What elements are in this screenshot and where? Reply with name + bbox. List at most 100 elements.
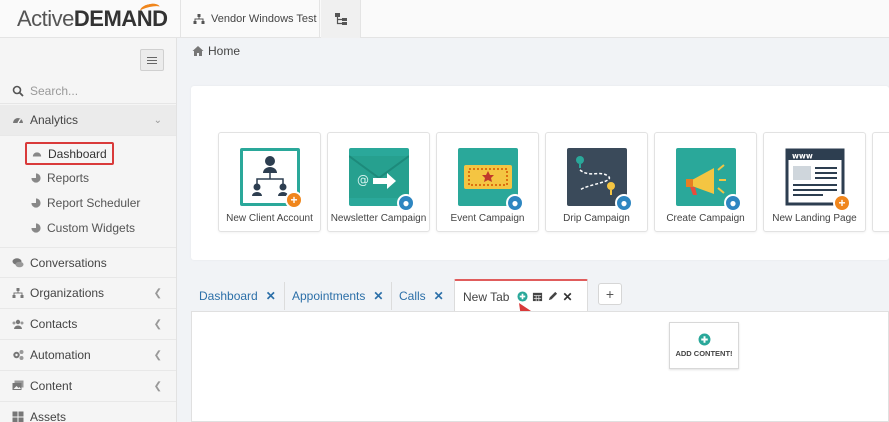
- sidebar-item-organizations[interactable]: Organizations ❮: [0, 278, 176, 309]
- logo-text-active: Active: [17, 6, 74, 31]
- comments-icon: [12, 257, 24, 267]
- chevron-left-icon: ❮: [153, 380, 162, 392]
- tab-appointments[interactable]: Appointments ✕: [284, 282, 393, 310]
- sidebar: Search... Analytics ⌄ Dashboard Reports …: [0, 38, 177, 422]
- workspace-tab-label: Vendor Windows Test: [211, 13, 317, 25]
- sidebar-subitem-label: Custom Widgets: [47, 221, 136, 235]
- menu-toggle-button[interactable]: [140, 49, 164, 71]
- pie-chart-icon: [31, 223, 41, 233]
- tab-calls[interactable]: Calls ✕: [391, 282, 452, 310]
- user-badge-icon: ●: [506, 194, 524, 212]
- sitemap-icon: [193, 14, 205, 24]
- dashboard-gauge-icon: [32, 151, 42, 156]
- breadcrumb[interactable]: Home: [192, 44, 240, 58]
- quick-action-label: Drip Campaign: [563, 213, 630, 224]
- tab-label: Appointments: [292, 289, 366, 303]
- quick-action-new-landing-page[interactable]: www + New Landing Page: [763, 132, 866, 232]
- home-icon: [192, 46, 204, 56]
- quick-action-label: Create Campaign: [666, 213, 745, 224]
- quick-action-next-partial[interactable]: [872, 132, 889, 232]
- chevron-left-icon: ❮: [153, 318, 162, 330]
- quick-action-label: New Landing Page: [772, 213, 857, 224]
- quick-actions-panel: + New Client Account @ ● Newsletter Camp…: [191, 86, 889, 260]
- sidebar-subitem-label: Report Scheduler: [47, 196, 141, 210]
- sitemap-icon: [12, 288, 24, 298]
- close-icon[interactable]: ✕: [373, 289, 383, 303]
- quick-action-newsletter-campaign[interactable]: @ ● Newsletter Campaign: [327, 132, 430, 232]
- svg-text:www: www: [792, 152, 813, 161]
- images-icon: [12, 380, 24, 390]
- add-tab-label: +: [605, 286, 615, 302]
- ticket-icon: ●: [458, 148, 524, 212]
- add-content-label: ADD CONTENT!: [675, 349, 733, 358]
- tab-label: New Tab: [463, 289, 510, 304]
- sidebar-item-label: Contacts: [30, 317, 78, 331]
- close-icon[interactable]: ✕: [266, 289, 276, 303]
- main-area: Home + New Client Account @ ● Newsletter…: [177, 38, 889, 422]
- sidebar-item-content[interactable]: Content ❮: [0, 371, 176, 402]
- plus-circle-icon: [698, 333, 710, 346]
- quick-action-label: New Client Account: [226, 213, 313, 224]
- sidebar-subitem-dashboard[interactable]: Dashboard: [25, 142, 114, 165]
- route-icon: ●: [567, 148, 633, 212]
- user-badge-icon: ●: [397, 194, 415, 212]
- sidebar-item-label: Organizations: [30, 286, 105, 300]
- sidebar-subitem-label: Reports: [47, 171, 90, 185]
- sidebar-item-contacts[interactable]: Contacts ❮: [0, 309, 176, 340]
- gears-icon: [13, 350, 24, 360]
- workspace-tree-button[interactable]: [321, 0, 361, 38]
- search-icon: [12, 85, 24, 97]
- add-badge-icon: +: [285, 191, 303, 209]
- chevron-down-icon: ⌄: [153, 114, 162, 126]
- sidebar-item-conversations[interactable]: Conversations: [0, 247, 176, 278]
- quick-action-label: Event Campaign: [450, 213, 525, 224]
- org-chart-icon: +: [240, 148, 303, 209]
- users-icon: [12, 319, 24, 329]
- add-tab-button[interactable]: +: [598, 283, 622, 305]
- user-badge-icon: ●: [724, 194, 742, 212]
- search-input[interactable]: Search...: [0, 78, 176, 104]
- sidebar-item-label: Automation: [30, 348, 91, 362]
- sidebar-item-assets[interactable]: Assets: [0, 402, 176, 422]
- grid-icon: [12, 411, 24, 422]
- add-badge-icon: +: [833, 194, 851, 212]
- quick-action-event-campaign[interactable]: ● Event Campaign: [436, 132, 539, 232]
- workspace-tab[interactable]: Vendor Windows Test: [180, 0, 320, 38]
- quick-action-label: Newsletter Campaign: [330, 213, 427, 224]
- sidebar-item-automation[interactable]: Automation ❮: [0, 340, 176, 371]
- sidebar-item-label: Analytics: [30, 113, 79, 127]
- tree-icon: [334, 13, 347, 25]
- tab-content-area: ADD CONTENT!: [191, 311, 889, 422]
- chevron-left-icon: ❮: [153, 287, 162, 299]
- megaphone-icon: ●: [676, 148, 742, 212]
- svg-text:@: @: [357, 173, 369, 187]
- envelope-icon: @ ●: [348, 148, 415, 212]
- close-icon[interactable]: ✕: [434, 289, 444, 303]
- brand-logo[interactable]: Active DEMAND: [0, 0, 177, 38]
- add-content-button[interactable]: ADD CONTENT!: [669, 322, 739, 369]
- sidebar-subitem-label: Dashboard: [48, 146, 107, 161]
- browser-icon: www +: [785, 148, 851, 212]
- pie-chart-icon: [31, 173, 41, 183]
- top-bar: Active DEMAND Vendor Windows Test: [0, 0, 889, 38]
- tab-label: Dashboard: [199, 289, 258, 303]
- breadcrumb-home: Home: [208, 44, 241, 58]
- sidebar-item-analytics[interactable]: Analytics ⌄: [0, 105, 176, 136]
- sidebar-item-label: Conversations: [30, 255, 107, 270]
- search-placeholder: Search...: [30, 83, 79, 98]
- sidebar-subitem-reports[interactable]: Reports: [31, 168, 89, 188]
- chevron-left-icon: ❮: [153, 349, 162, 361]
- quick-action-drip-campaign[interactable]: ● Drip Campaign: [545, 132, 648, 232]
- tab-label: Calls: [399, 289, 426, 303]
- user-badge-icon: ●: [615, 194, 633, 212]
- quick-action-create-campaign[interactable]: ● Create Campaign: [654, 132, 757, 232]
- pie-chart-icon: [31, 198, 41, 208]
- quick-action-new-client-account[interactable]: + New Client Account: [218, 132, 321, 232]
- sidebar-subitem-custom-widgets[interactable]: Custom Widgets: [31, 218, 135, 238]
- sidebar-subitem-report-scheduler[interactable]: Report Scheduler: [31, 193, 140, 213]
- tab-dashboard[interactable]: Dashboard ✕: [191, 282, 285, 310]
- dashboard-gauge-icon: [13, 118, 23, 124]
- sidebar-item-label: Assets: [30, 410, 67, 422]
- close-icon[interactable]: ✕: [562, 290, 572, 304]
- sidebar-item-label: Content: [30, 379, 73, 393]
